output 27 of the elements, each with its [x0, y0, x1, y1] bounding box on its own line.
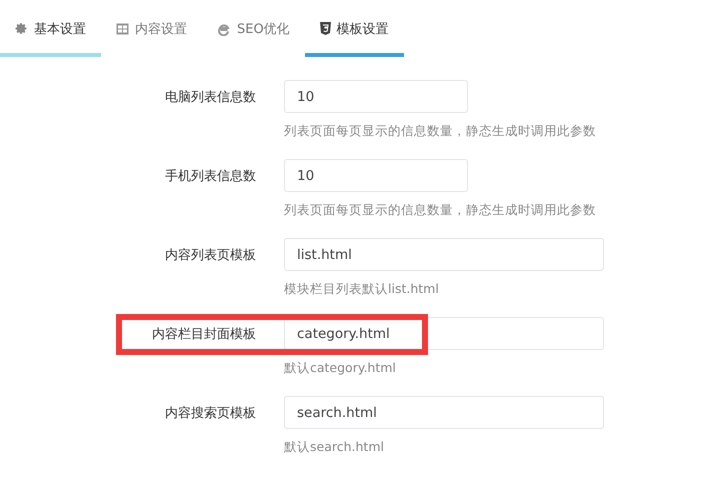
browser-icon [217, 22, 231, 36]
tab[interactable]: 内容设置 [101, 0, 202, 57]
field-label: 电脑列表信息数 [164, 88, 257, 106]
html5-icon [320, 22, 331, 35]
gear-icon [15, 22, 28, 35]
field-label: 内容栏目封面模板 [151, 326, 257, 342]
input-field[interactable]: list.html [284, 238, 604, 271]
field-hint: 列表页面每页显示的信息数量，静态生成时调用此参数 [284, 123, 597, 140]
field-label: 内容列表页模板 [164, 246, 257, 264]
table-icon [116, 22, 129, 34]
field-label: 内容搜索页模板 [164, 404, 257, 422]
field-label: 手机列表信息数 [164, 168, 257, 184]
input-field[interactable]: 10 [284, 80, 468, 113]
tab-label: 模板设置 [336, 20, 389, 38]
tab-label: 基本设置 [34, 20, 86, 38]
input-field[interactable]: 10 [284, 159, 468, 192]
field-hint: 默认category.html [284, 360, 397, 377]
tab[interactable]: 模板设置 [304, 0, 404, 57]
tab[interactable]: 基本设置 [0, 0, 101, 57]
tab-label: SEO优化 [237, 20, 290, 38]
field-hint: 默认search.html [284, 439, 385, 456]
input-field[interactable]: search.html [284, 396, 604, 429]
field-hint: 列表页面每页显示的信息数量，静态生成时调用此参数 [284, 202, 597, 219]
tab-label: 内容设置 [135, 20, 187, 38]
field-hint: 模块栏目列表默认list.html [284, 281, 440, 298]
input-field[interactable]: category.html [284, 317, 604, 350]
tab[interactable]: SEO优化 [202, 0, 305, 57]
